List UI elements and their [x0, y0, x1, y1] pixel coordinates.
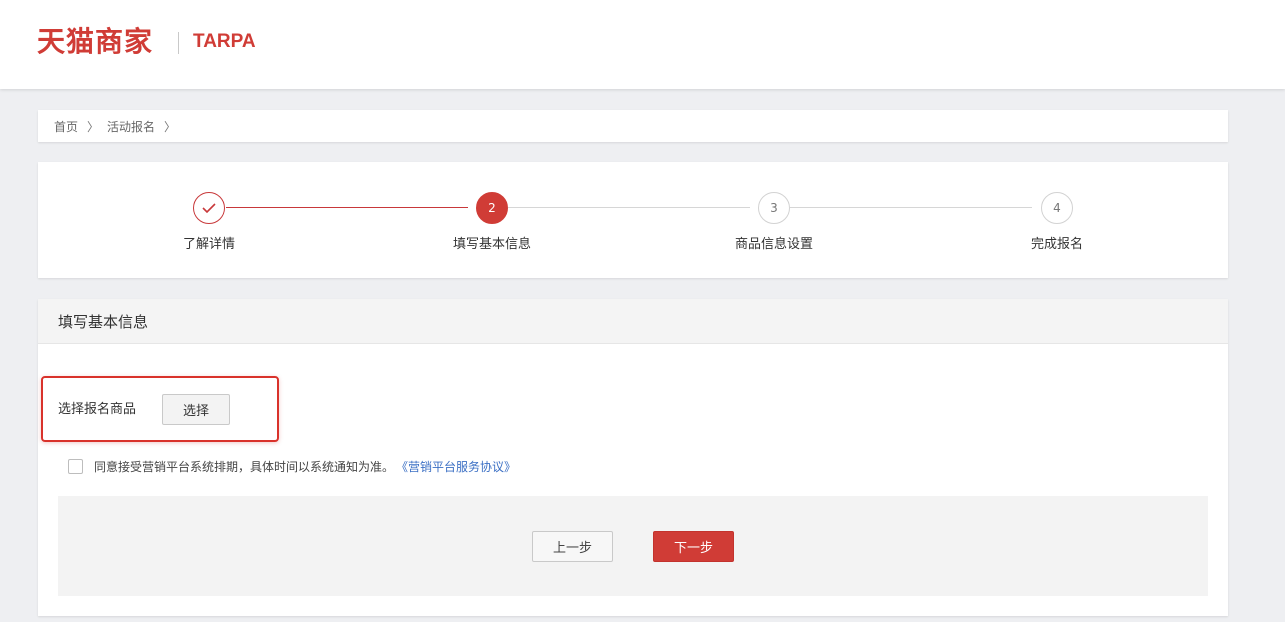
step-1-label: 了解详情 [182, 237, 236, 252]
step-2-circle: 2 [476, 192, 508, 224]
step-4-label: 完成报名 [1030, 237, 1084, 252]
breadcrumb-activity-signup[interactable]: 活动报名 [107, 118, 155, 135]
basic-info-form: 填写基本信息 选择报名商品 选择 同意接受营销平台系统排期，具体时间以系统通知为… [38, 299, 1228, 616]
prev-step-button[interactable]: 上一步 [532, 531, 613, 562]
agreement-row: 同意接受营销平台系统排期，具体时间以系统通知为准。 《营销平台服务协议》 [68, 458, 516, 475]
breadcrumb: 首页 〉 活动报名 〉 [38, 110, 1228, 142]
step-2-label: 填写基本信息 [452, 237, 532, 252]
step-connector-3 [790, 207, 1032, 208]
tmall-merchant-logo[interactable]: 天猫商家 [37, 24, 153, 60]
select-product-button[interactable]: 选择 [162, 394, 230, 425]
step-connector-1 [226, 207, 468, 208]
select-product-label: 选择报名商品 [58, 402, 137, 417]
chevron-right-icon: 〉 [164, 119, 177, 134]
step-1-circle [193, 192, 225, 224]
agreement-text: 同意接受营销平台系统排期，具体时间以系统通知为准。 [94, 460, 395, 474]
chevron-right-icon: 〉 [87, 119, 100, 134]
step-3-label: 商品信息设置 [734, 237, 814, 252]
agreement-checkbox[interactable] [68, 459, 83, 474]
form-title: 填写基本信息 [38, 299, 1228, 344]
service-agreement-link[interactable]: 《营销平台服务协议》 [396, 458, 516, 475]
progress-steps: 2 3 4 了解详情 填写基本信息 商品信息设置 完成报名 [38, 162, 1228, 278]
action-panel: 上一步 下一步 [58, 496, 1208, 596]
brand-divider [178, 32, 179, 54]
top-header: 天猫商家 TARPA [0, 0, 1285, 89]
step-3-circle: 3 [758, 192, 790, 224]
check-icon [202, 203, 216, 213]
step-connector-2 [508, 207, 750, 208]
next-step-button[interactable]: 下一步 [653, 531, 734, 562]
breadcrumb-home[interactable]: 首页 [54, 118, 78, 135]
brand-subtitle: TARPA [193, 31, 256, 52]
step-4-circle: 4 [1041, 192, 1073, 224]
